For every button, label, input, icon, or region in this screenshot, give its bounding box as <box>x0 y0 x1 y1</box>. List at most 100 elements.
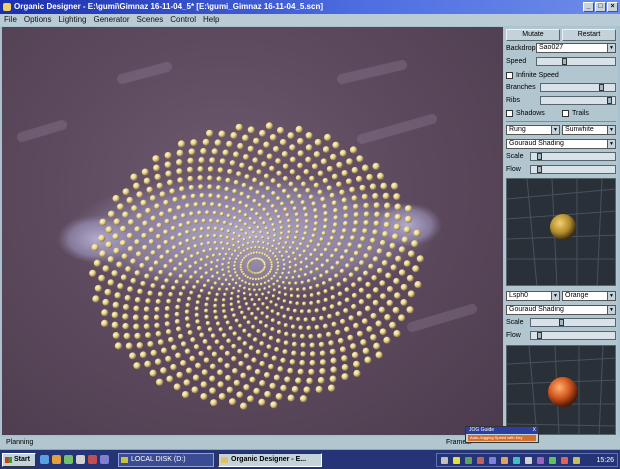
menu-lighting[interactable]: Lighting <box>58 14 86 26</box>
speed-slider-thumb[interactable] <box>562 58 567 65</box>
taskbar-button-local-disk[interactable]: LOCAL DISK (D:) <box>118 453 214 467</box>
title-bar[interactable]: Organic Designer - E:\gumi\Gimnaz 16-11-… <box>0 0 620 14</box>
tray-app-icon[interactable] <box>501 457 508 464</box>
sphere <box>287 394 295 402</box>
menu-generator[interactable]: Generator <box>94 14 130 26</box>
volume-icon[interactable] <box>453 457 460 464</box>
speed-slider[interactable] <box>536 57 616 66</box>
sphere <box>385 272 392 279</box>
sphere <box>311 233 316 238</box>
jog-guide-close-button[interactable]: X <box>533 427 536 434</box>
flow-slider-2[interactable] <box>530 331 616 340</box>
sphere <box>227 266 231 269</box>
sphere <box>308 194 314 200</box>
render-viewport[interactable] <box>2 27 503 435</box>
close-button[interactable]: × <box>607 2 618 12</box>
maximize-button[interactable]: □ <box>595 2 606 12</box>
branches-slider[interactable] <box>540 83 616 92</box>
app-shortcut-icon[interactable] <box>100 455 109 464</box>
tray-app-icon[interactable] <box>525 457 532 464</box>
sphere <box>207 291 212 296</box>
tray-app-icon[interactable] <box>513 457 520 464</box>
media-icon[interactable] <box>88 455 97 464</box>
chevron-down-icon[interactable]: ▼ <box>551 292 559 300</box>
sphere <box>289 287 294 291</box>
desktop-icon[interactable] <box>40 455 49 464</box>
chevron-down-icon[interactable]: ▼ <box>607 140 615 148</box>
menu-options[interactable]: Options <box>24 14 52 26</box>
chevron-down-icon[interactable]: ▼ <box>607 306 615 314</box>
ribs-slider[interactable] <box>540 96 616 105</box>
texture-select-2[interactable]: Orange ▼ <box>562 291 616 301</box>
sphere <box>294 212 299 217</box>
object-select-2[interactable]: Lsph0 ▼ <box>506 291 560 301</box>
shadows-checkbox[interactable] <box>506 110 513 117</box>
trails-checkbox[interactable] <box>562 110 569 117</box>
infinite-speed-checkbox[interactable] <box>506 72 513 79</box>
scale-slider-thumb-2[interactable] <box>559 319 564 326</box>
tray-app-icon[interactable] <box>537 457 544 464</box>
sphere <box>207 327 213 332</box>
network-icon[interactable] <box>441 457 448 464</box>
shading-select-2[interactable]: Gouraud Shading ▼ <box>506 305 616 315</box>
app-icon[interactable] <box>3 3 11 11</box>
branches-slider-thumb[interactable] <box>599 84 604 91</box>
flow-slider-thumb-2[interactable] <box>537 332 542 339</box>
sphere <box>213 303 218 308</box>
tray-app-icon[interactable] <box>573 457 580 464</box>
sphere <box>372 256 379 262</box>
browser-icon[interactable] <box>52 455 61 464</box>
sphere <box>389 321 397 329</box>
chevron-down-icon[interactable]: ▼ <box>551 126 559 134</box>
flow-slider-1[interactable] <box>530 165 616 174</box>
chevron-down-icon[interactable]: ▼ <box>607 44 615 52</box>
scale-slider-1[interactable] <box>530 152 616 161</box>
jog-guide-window[interactable]: JOG Guide X Auto-Jogging Speed with Key <box>465 426 539 443</box>
object-select-1[interactable]: Rung ▼ <box>506 125 560 135</box>
sphere <box>295 377 302 384</box>
sphere <box>171 344 177 351</box>
sphere <box>184 203 191 209</box>
chevron-down-icon[interactable]: ▼ <box>607 292 615 300</box>
mail-icon[interactable] <box>64 455 73 464</box>
sphere <box>242 249 246 253</box>
shading-select-1[interactable]: Gouraud Shading ▼ <box>506 139 616 149</box>
sphere <box>232 367 238 374</box>
sphere <box>394 203 402 211</box>
sphere <box>247 307 251 311</box>
scale-slider-thumb-1[interactable] <box>537 153 542 160</box>
explorer-icon[interactable] <box>76 455 85 464</box>
minimize-button[interactable]: _ <box>583 2 594 12</box>
texture-select-1[interactable]: Sunwhite ▼ <box>562 125 616 135</box>
taskbar-button-organic-designer[interactable]: Organic Designer - E... <box>218 453 322 467</box>
tray-app-icon[interactable] <box>465 457 472 464</box>
sphere <box>336 282 342 287</box>
flow-slider-thumb-1[interactable] <box>537 166 542 173</box>
start-button[interactable]: Start <box>2 453 36 467</box>
sphere <box>282 314 287 319</box>
tray-app-icon[interactable] <box>489 457 496 464</box>
sphere <box>206 226 211 231</box>
mutate-button[interactable]: Mutate <box>506 29 560 41</box>
menu-file[interactable]: File <box>4 14 17 26</box>
sphere <box>269 268 273 271</box>
tray-app-icon[interactable] <box>561 457 568 464</box>
sphere <box>261 161 267 167</box>
jog-guide-titlebar[interactable]: JOG Guide X <box>466 427 538 434</box>
sphere <box>237 240 241 244</box>
menu-scenes[interactable]: Scenes <box>137 14 164 26</box>
tray-app-icon[interactable] <box>549 457 556 464</box>
sphere <box>176 168 183 175</box>
menu-help[interactable]: Help <box>203 14 219 26</box>
backdrop-select[interactable]: Sao027 ▼ <box>536 43 616 53</box>
restart-button[interactable]: Restart <box>562 29 616 41</box>
sphere <box>201 369 208 376</box>
sphere <box>269 134 277 141</box>
ribs-slider-thumb[interactable] <box>607 97 612 104</box>
menu-control[interactable]: Control <box>170 14 196 26</box>
chevron-down-icon[interactable]: ▼ <box>607 126 615 134</box>
sphere <box>271 223 275 227</box>
tray-app-icon[interactable] <box>477 457 484 464</box>
scale-slider-2[interactable] <box>530 318 616 327</box>
sphere <box>240 310 244 315</box>
